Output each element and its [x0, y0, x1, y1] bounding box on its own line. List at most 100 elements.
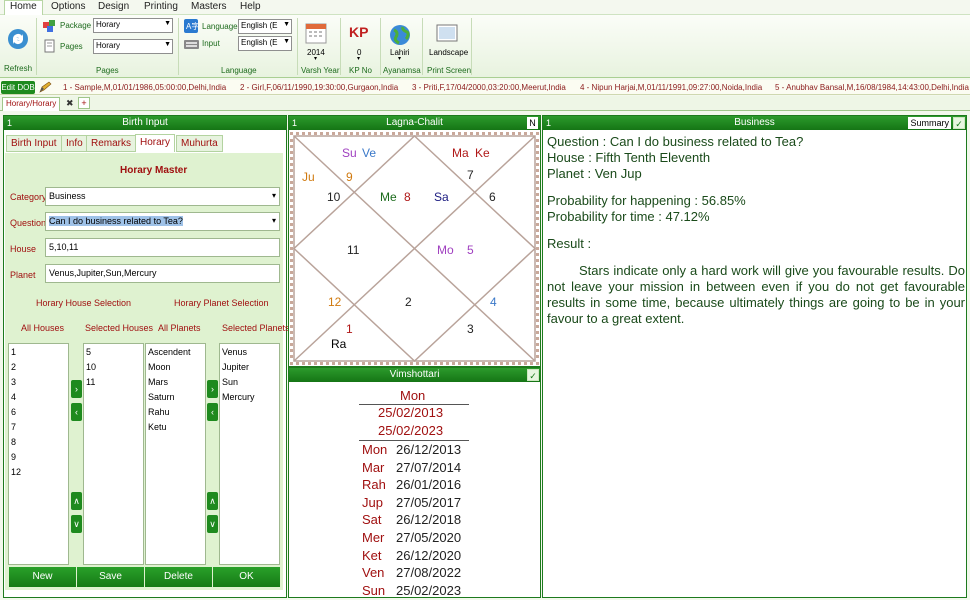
move-left-button[interactable]: ‹ [207, 403, 218, 421]
close-icon[interactable]: ✖ [66, 98, 74, 109]
list-item[interactable]: 2 [11, 360, 66, 375]
ribbon-separator [422, 18, 423, 75]
move-down-button[interactable]: ∨ [207, 515, 218, 533]
new-button[interactable]: New [9, 567, 76, 587]
list-item[interactable]: 12 [11, 465, 66, 480]
question-select[interactable]: Can I do business related to Tea? ▾ [45, 212, 280, 231]
chevron-down-icon: ▼ [283, 38, 290, 45]
chart-label: 2 [405, 295, 412, 309]
kp-icon[interactable]: KP [349, 24, 368, 40]
selected-planets-list[interactable]: Venus Jupiter Sun Mercury [219, 343, 280, 565]
move-up-button[interactable]: ∧ [71, 492, 82, 510]
refresh-icon[interactable] [6, 27, 30, 54]
ribbon-separator [340, 18, 341, 75]
tab-muhurta[interactable]: Muhurta [176, 135, 223, 152]
selected-houses-list[interactable]: 5 10 11 [83, 343, 144, 565]
move-right-button[interactable]: › [207, 380, 218, 398]
summary-button[interactable]: Summary [908, 117, 951, 129]
question-label: Question [10, 218, 47, 228]
horary-master-title: Horary Master [120, 165, 188, 176]
tab-horary[interactable]: Horary/Horary [2, 97, 61, 111]
list-item[interactable]: Ketu [148, 420, 203, 435]
move-down-button[interactable]: ∨ [71, 515, 82, 533]
package-select[interactable]: Horary ▼ [93, 18, 173, 33]
recent-chart-item[interactable]: 4 - Nipun Harjai,M,01/11/1991,09:27:00,N… [580, 83, 762, 92]
print-icon[interactable] [436, 24, 458, 47]
edit-dob-button[interactable]: Edit DOB [1, 81, 35, 94]
pages-icon [43, 39, 57, 56]
recent-chart-item[interactable]: 5 - Anubhav Bansal,M,16/08/1984,14:43:00… [775, 83, 969, 92]
input-select[interactable]: English (E ▼ [238, 36, 292, 51]
move-left-button[interactable]: ‹ [71, 403, 82, 421]
planet-input[interactable]: Venus,Jupiter,Sun,Mercury [45, 264, 280, 283]
menu-options[interactable]: Options [51, 1, 85, 12]
save-button[interactable]: Save [77, 567, 144, 587]
antardasha-planet: Sat [362, 512, 382, 528]
planet-label: Planet [10, 270, 36, 280]
plus-icon[interactable]: + [78, 97, 90, 109]
move-up-button[interactable]: ∧ [207, 492, 218, 510]
selected-planets-label: Selected Planets [222, 323, 290, 333]
language-select[interactable]: English (E ▼ [238, 19, 292, 34]
recent-chart-item[interactable]: 3 - Priti,F,17/04/2000,03:20:00,Meerut,I… [412, 83, 566, 92]
tab-remarks[interactable]: Remarks [86, 135, 137, 152]
calendar-icon[interactable] [305, 22, 327, 47]
all-houses-list[interactable]: 1 2 3 4 6 7 8 9 12 [8, 343, 69, 565]
tab-birth-input[interactable]: Birth Input [6, 135, 62, 152]
tab-info[interactable]: Info [61, 135, 88, 152]
list-item[interactable]: Ascendent [148, 345, 203, 360]
recent-chart-item[interactable]: 1 - Sample,M,01/01/1986,05:00:00,Delhi,I… [63, 83, 226, 92]
list-item[interactable]: 6 [11, 405, 66, 420]
list-item[interactable]: 3 [11, 375, 66, 390]
globe-icon[interactable] [389, 24, 411, 49]
pages-select[interactable]: Horary ▼ [93, 39, 173, 54]
dasha-end-date: 25/02/2023 [378, 423, 444, 438]
list-item[interactable]: 1 [11, 345, 66, 360]
ayanamsa-label: Ayanamsa [383, 66, 421, 75]
chevron-down-icon[interactable]: ▾ [357, 55, 360, 62]
chevron-down-icon[interactable]: ▾ [398, 55, 401, 62]
menu-masters[interactable]: Masters [191, 1, 227, 12]
list-item[interactable]: Rahu [148, 405, 203, 420]
list-item[interactable]: Moon [148, 360, 203, 375]
list-item[interactable]: 7 [11, 420, 66, 435]
antardasha-planet: Mer [362, 530, 385, 545]
check-icon[interactable]: ✓ [527, 369, 539, 381]
ribbon-separator [380, 18, 381, 75]
check-icon[interactable]: ✓ [953, 117, 965, 129]
pencil-icon[interactable] [38, 81, 52, 97]
house-selection-title: Horary House Selection [36, 298, 132, 308]
menu-help[interactable]: Help [240, 1, 261, 12]
house-input[interactable]: 5,10,11 [45, 238, 280, 257]
menu-printing[interactable]: Printing [144, 1, 178, 12]
ok-button[interactable]: OK [213, 567, 280, 587]
list-item[interactable]: 10 [86, 360, 141, 375]
list-item[interactable]: Sun [222, 375, 277, 390]
menu-design[interactable]: Design [98, 1, 129, 12]
recent-chart-item[interactable]: 2 - Girl,F,06/11/1990,19:30:00,Gurgaon,I… [240, 83, 398, 92]
list-item[interactable]: Jupiter [222, 360, 277, 375]
list-item[interactable]: Venus [222, 345, 277, 360]
chart-flag-button[interactable]: N [527, 117, 538, 129]
selected-houses-label: Selected Houses [85, 323, 154, 333]
ribbon-separator [471, 18, 472, 75]
chevron-down-icon[interactable]: ▾ [314, 55, 317, 62]
list-item[interactable]: 5 [86, 345, 141, 360]
delete-button[interactable]: Delete [145, 567, 212, 587]
move-right-button[interactable]: › [71, 380, 82, 398]
list-item[interactable]: Saturn [148, 390, 203, 405]
list-item[interactable]: Mercury [222, 390, 277, 405]
list-item[interactable]: 4 [11, 390, 66, 405]
menu-home[interactable]: Home [4, 0, 43, 15]
list-item[interactable]: 11 [86, 375, 141, 390]
all-planets-list[interactable]: Ascendent Moon Mars Saturn Rahu Ketu [145, 343, 206, 565]
panel-title: Vimshottari [389, 369, 440, 380]
list-item[interactable]: 8 [11, 435, 66, 450]
antardasha-date: 26/01/2016 [396, 477, 462, 493]
recent-charts-bar: Edit DOB 1 - Sample,M,01/01/1986,05:00:0… [0, 80, 970, 95]
list-item[interactable]: Mars [148, 375, 203, 390]
category-select[interactable]: Business ▾ [45, 187, 280, 206]
list-item[interactable]: 9 [11, 450, 66, 465]
tab-horary-sub[interactable]: Horary [135, 134, 176, 152]
business-report: Question : Can I do business related to … [547, 134, 965, 327]
